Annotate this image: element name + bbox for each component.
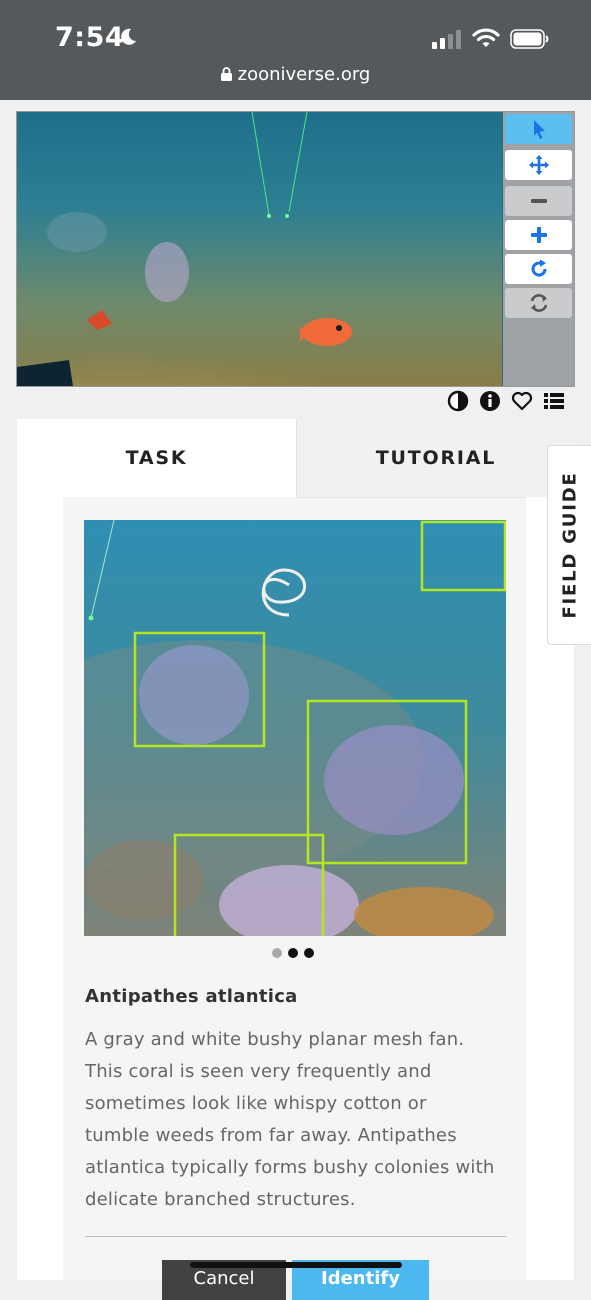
species-example-image [84, 520, 506, 936]
moon-icon [121, 28, 136, 45]
wifi-icon [472, 28, 500, 47]
carousel-dot[interactable] [288, 948, 298, 958]
panel-gutter-left [17, 497, 63, 1280]
subject-viewer[interactable] [16, 111, 575, 387]
home-indicator [190, 1262, 402, 1268]
viewer-actions [447, 390, 565, 412]
rotate-icon [531, 259, 547, 277]
reset-button[interactable] [505, 288, 572, 318]
zoom-out-button[interactable] [505, 186, 572, 216]
zoom-in-button[interactable] [505, 220, 572, 250]
clock: 7:54 [55, 22, 125, 53]
address-bar[interactable]: zooniverse.org [0, 64, 591, 85]
field-guide-label: FIELD GUIDE [559, 471, 581, 619]
move-icon [528, 155, 549, 175]
list-icon[interactable] [543, 390, 565, 412]
carousel-dot[interactable] [272, 948, 282, 958]
zoom-in-icon [530, 227, 547, 243]
status-bar: 7:54 zooniverse.org [0, 0, 591, 100]
pointer-icon [533, 120, 545, 139]
signal-icon [432, 30, 461, 49]
field-guide-tab[interactable]: FIELD GUIDE [547, 445, 591, 645]
tool-strip [503, 112, 574, 386]
tab-task[interactable]: TASK [17, 419, 296, 497]
species-name: Antipathes atlantica [85, 986, 298, 1007]
url-text: zooniverse.org [237, 64, 371, 85]
contrast-icon[interactable] [447, 390, 469, 412]
divider [85, 1236, 506, 1237]
rotate-button[interactable] [505, 254, 572, 284]
species-example-photo [84, 520, 506, 936]
battery-icon [510, 29, 549, 49]
info-icon[interactable] [479, 390, 501, 412]
carousel-dots [272, 948, 314, 958]
tab-tutorial[interactable]: TUTORIAL [296, 419, 575, 498]
subject-image[interactable] [17, 112, 502, 386]
lock-icon [220, 67, 232, 81]
zoom-out-icon [530, 199, 547, 203]
heart-icon[interactable] [511, 390, 533, 412]
reset-icon [530, 294, 547, 312]
move-button[interactable] [505, 150, 572, 180]
species-description: A gray and white bushy planar mesh fan. … [85, 1029, 495, 1210]
carousel-dot[interactable] [304, 948, 314, 958]
pointer-button[interactable] [505, 114, 572, 144]
